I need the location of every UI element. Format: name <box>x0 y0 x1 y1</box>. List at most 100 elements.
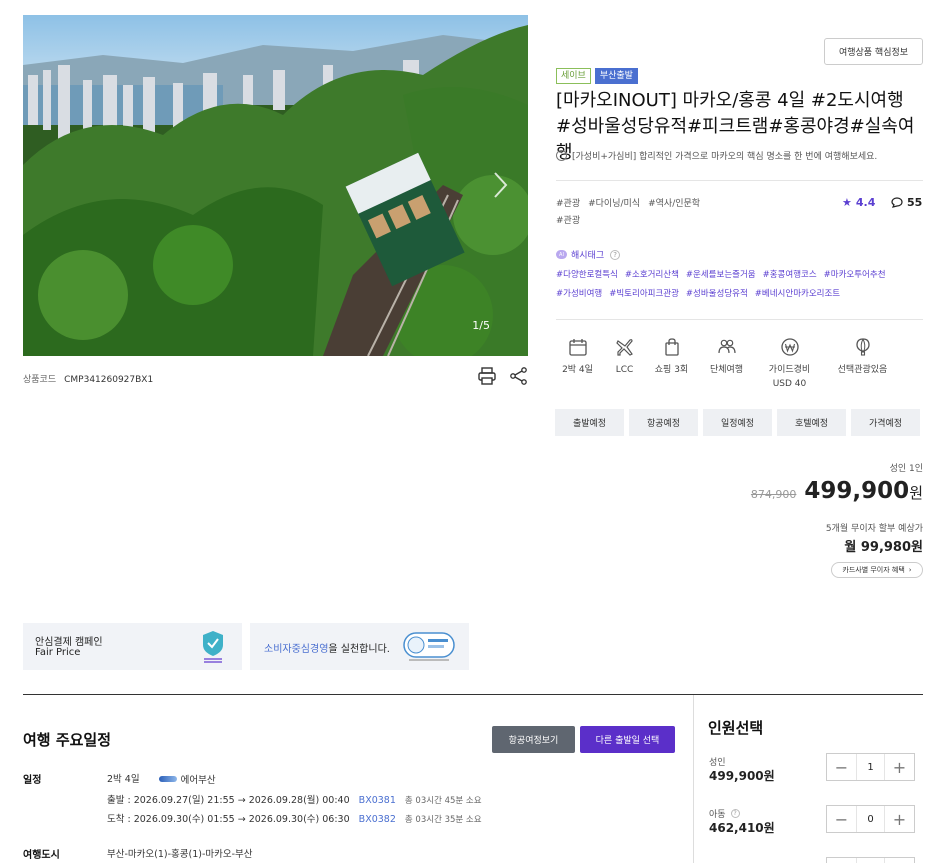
trip-duration: 2박 4일 <box>107 774 140 785</box>
product-code-value: CMP341260927BX1 <box>64 375 154 385</box>
info-icon: i <box>556 150 567 161</box>
feature-optional-tour: 선택관광있음 <box>823 337 902 391</box>
hashtag[interactable]: #운세를보는즐거움 <box>686 270 756 280</box>
theme-tags: #관광 #다이닝/미식 #역사/인문학 #관광 <box>556 196 756 230</box>
infant-stepper-partial <box>826 857 915 863</box>
campaign-subtitle: Fair Price <box>35 647 81 658</box>
core-info-button[interactable]: 여행상품 핵심정보 <box>824 38 923 65</box>
busan-departure-badge: 부산출발 <box>594 68 638 84</box>
child-plus-button[interactable]: + <box>885 806 914 832</box>
shopping-bag-icon <box>664 338 679 356</box>
consumer-centric-text: 소비자중심경영을 실천합니다. <box>264 640 390 655</box>
adult-count: 1 <box>856 754 885 780</box>
balloon-icon <box>855 338 870 356</box>
theme-tag[interactable]: #다이닝/미식 <box>588 199 640 209</box>
tab-hotel[interactable]: 호텔예정 <box>777 409 846 436</box>
departure-arrive-time: 2026.09.28(월) 00:40 <box>248 795 350 806</box>
divider <box>556 180 923 181</box>
hero-next-arrow-icon[interactable] <box>490 170 510 200</box>
child-help-icon[interactable]: ? <box>730 809 740 818</box>
departure-time: 출발 : 2026.09.27(일) 21:55 <box>107 795 235 806</box>
adult-price: 499,900원 <box>709 769 775 783</box>
hero-slide-counter: 1/5 <box>472 319 490 332</box>
consumer-centric-banner[interactable]: 소비자중심경영을 실천합니다. <box>250 623 469 670</box>
adult-plus-button[interactable]: + <box>885 754 914 780</box>
campaign-title: 안심결제 캠페인 <box>35 637 103 648</box>
product-code-label: 상품코드 <box>23 375 57 385</box>
safe-payment-banner[interactable]: 안심결제 캠페인 Fair Price <box>23 623 242 670</box>
product-badges: 세이브 부산출발 <box>556 68 638 84</box>
consumer-centric-highlight: 소비자중심경영 <box>264 644 329 655</box>
tab-itinerary[interactable]: 일정예정 <box>703 409 772 436</box>
hashtag-label: 해시태그 <box>571 251 605 261</box>
adult-minus-button[interactable]: − <box>827 754 856 780</box>
child-minus-button[interactable]: − <box>827 806 856 832</box>
airline: 에어부산 <box>158 772 216 786</box>
review-count[interactable]: 55 <box>891 196 922 209</box>
chevron-right-icon: › <box>908 566 912 574</box>
help-icon[interactable]: ? <box>610 249 621 260</box>
passenger-select-title: 인원선택 <box>708 719 764 737</box>
ccm-certification-logo <box>403 632 455 661</box>
hong-kong-peak-tram-photo <box>23 15 528 356</box>
tab-departure[interactable]: 출발예정 <box>555 409 624 436</box>
product-code: 상품코드 CMP341260927BX1 <box>23 372 153 385</box>
theme-tag[interactable]: #관광 <box>556 216 580 226</box>
infant-plus-button[interactable] <box>885 858 914 863</box>
rating-value: 4.4 <box>855 196 876 209</box>
subnote-text: [가성비+가심비] 합리적인 가격으로 마카오의 핵심 명소를 한 번에 여행해… <box>572 152 878 162</box>
consumer-centric-rest: 을 실천합니다. <box>328 644 390 655</box>
infant-minus-button[interactable] <box>827 858 856 863</box>
feature-summary: 2박 4일 LCC 쇼핑 3회 단체여행 가이드경비 USD 40 선택관광있음 <box>552 337 924 391</box>
section-divider <box>23 694 923 695</box>
feature-label: 쇼핑 3회 <box>654 365 689 375</box>
schedule-title: 여행 주요일정 <box>23 731 112 749</box>
card-benefit-button[interactable]: 카드사별 무이자 혜택 › <box>831 562 923 578</box>
product-hero-image[interactable]: 1/5 <box>23 15 528 356</box>
hashtag[interactable]: #마카오투어추천 <box>824 270 886 280</box>
status-tabs: 출발예정 항공예정 일정예정 호텔예정 가격예정 <box>555 409 920 436</box>
hashtag[interactable]: #홍콩여행코스 <box>763 270 817 280</box>
original-price: 874,900 <box>750 488 797 501</box>
return-time: 도착 : 2026.09.30(수) 01:55 <box>107 814 235 825</box>
installment-price: 월 99,980원 <box>844 540 923 555</box>
group-icon <box>717 339 736 354</box>
return-flight: 도착 : 2026.09.30(수) 01:55 → 2026.09.30(수)… <box>107 811 482 825</box>
feature-shopping: 쇼핑 3회 <box>646 337 697 391</box>
hashtag-list: #다양한로컬특식 #소호거리산책 #운세를보는즐거움 #홍콩여행코스 #마카오투어추천 #… <box>556 266 901 304</box>
print-icon[interactable] <box>477 367 497 385</box>
currency-unit: 원 <box>909 484 923 502</box>
itinerary-summary: 2박 4일 에어부산 <box>107 771 216 786</box>
hashtag[interactable]: #베네시안마카오리조트 <box>755 289 840 299</box>
hashtag[interactable]: #가성비여행 <box>556 289 602 299</box>
hashtag-header: AI 해시태그 ? <box>556 248 621 261</box>
star-icon: ★ <box>842 196 852 209</box>
hashtag[interactable]: #성바울성당유적 <box>686 289 748 299</box>
feature-sublabel: USD 40 <box>772 379 807 389</box>
itinerary-label: 일정 <box>23 775 42 786</box>
child-price: 462,410원 <box>709 821 775 835</box>
review-value: 55 <box>907 196 923 209</box>
child-count: 0 <box>856 806 885 832</box>
hashtag[interactable]: #빅토리아피크관광 <box>609 289 679 299</box>
tab-flight[interactable]: 항공예정 <box>629 409 698 436</box>
return-flight-code[interactable]: BX0382 <box>359 814 396 825</box>
cities-label: 여행도시 <box>23 850 60 861</box>
rating[interactable]: ★ 4.4 <box>842 196 875 209</box>
hashtag[interactable]: #소호거리산책 <box>625 270 679 280</box>
ai-badge-icon: AI <box>556 250 567 259</box>
infant-count <box>856 858 885 863</box>
view-flight-button[interactable]: 항공여정보기 <box>492 726 575 753</box>
departure-flight-code[interactable]: BX0381 <box>359 795 396 806</box>
feature-label: LCC <box>615 365 634 375</box>
comment-icon <box>891 197 903 208</box>
installment-note: 5개월 무이자 할부 예상가 <box>825 524 923 534</box>
tab-price[interactable]: 가격예정 <box>851 409 920 436</box>
hashtag[interactable]: #다양한로컬특식 <box>556 270 618 280</box>
air-busan-logo-icon <box>158 776 177 782</box>
divider <box>556 319 923 320</box>
share-icon[interactable] <box>509 367 529 385</box>
other-date-button[interactable]: 다른 출발일 선택 <box>580 726 675 753</box>
theme-tag[interactable]: #역사/인문학 <box>648 199 700 209</box>
theme-tag[interactable]: #관광 <box>556 199 580 209</box>
